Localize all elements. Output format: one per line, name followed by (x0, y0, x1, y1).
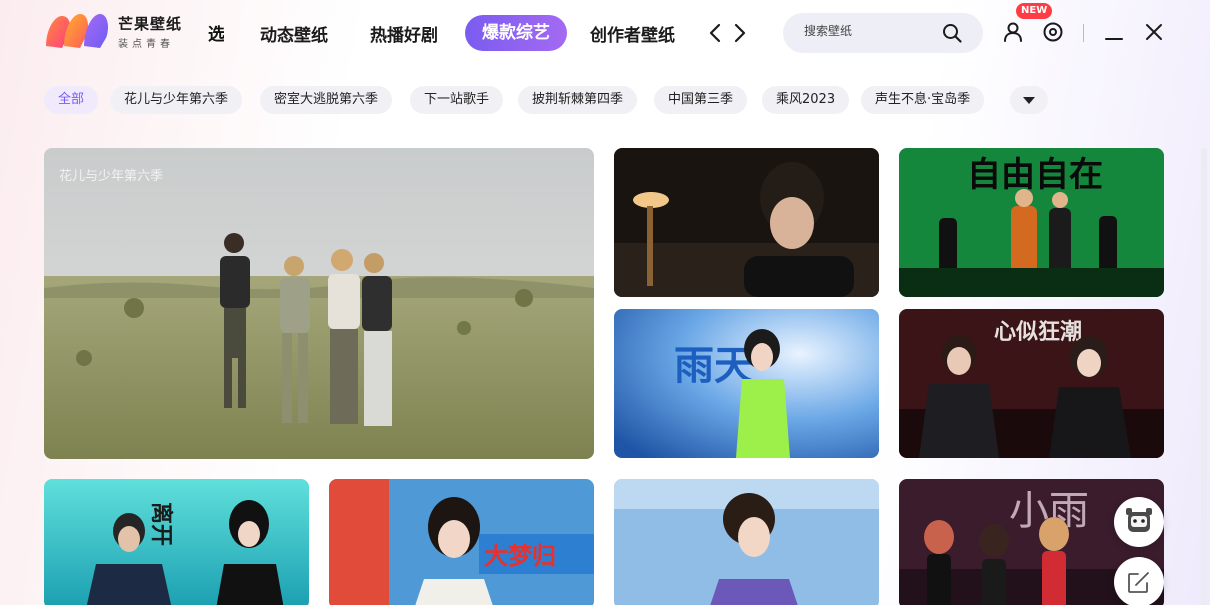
top-bar: 芒果壁纸 装点青春 选 动态壁纸 热播好剧 爆款综艺 创作者壁纸 NEW (0, 0, 1210, 68)
tag-item[interactable]: 下一站歌手 (410, 86, 504, 114)
wallpaper-image: 离开 (44, 479, 309, 605)
wallpaper-card[interactable]: 心似狂潮 (899, 309, 1164, 458)
wallpaper-card-featured[interactable]: 花儿与少年第六季 (44, 148, 594, 459)
tag-item[interactable]: 花儿与少年第六季 (110, 86, 243, 114)
wallpaper-image (614, 148, 879, 297)
new-badge: NEW (1016, 3, 1053, 19)
nav-item-partial[interactable]: 选 (208, 20, 224, 45)
divider (1083, 24, 1084, 42)
wallpaper-card[interactable]: 大梦归 (329, 479, 594, 605)
card-title: 离开 (148, 502, 174, 546)
wallpaper-image: 雨天 (614, 309, 879, 458)
app-slogan: 装点青春 (118, 39, 174, 50)
wallpaper-card[interactable]: 自由自在 (899, 148, 1164, 297)
search-box[interactable] (783, 13, 983, 53)
mango-logo-icon (46, 14, 108, 48)
tag-item[interactable]: 密室大逃脱第六季 (260, 86, 393, 114)
close-icon[interactable] (1142, 20, 1166, 44)
card-title: 大梦归 (484, 542, 556, 570)
wallpaper-image: 心似狂潮 (899, 309, 1164, 458)
wallpaper-image (614, 479, 879, 605)
edit-icon (1128, 572, 1149, 593)
tag-item[interactable]: 披荆斩棘第四季 (518, 86, 638, 114)
card-title: 心似狂潮 (994, 319, 1082, 345)
wallpaper-card[interactable]: 离开 (44, 479, 309, 605)
chevron-left-icon[interactable] (706, 22, 724, 44)
chevron-right-icon[interactable] (731, 22, 749, 44)
wallpaper-image: 自由自在 (899, 148, 1164, 297)
settings-icon[interactable] (1041, 20, 1065, 44)
nav-item-dynamic[interactable]: 动态壁纸 (260, 21, 328, 46)
wallpaper-image: 大梦归 (329, 479, 594, 605)
pet-button[interactable] (1114, 497, 1164, 547)
nav-item-creator[interactable]: 创作者壁纸 (590, 21, 675, 46)
minimize-icon[interactable] (1102, 20, 1126, 44)
tags-more-button[interactable] (1010, 86, 1048, 114)
wallpaper-card[interactable] (614, 148, 879, 297)
wallpaper-card[interactable]: 雨天 (614, 309, 879, 458)
tag-item[interactable]: 声生不息·宝岛季 (861, 86, 985, 114)
search-icon[interactable] (941, 22, 963, 44)
tag-item[interactable]: 中国第三季 (654, 86, 748, 114)
card-title: 花儿与少年第六季 (59, 169, 164, 184)
tag-all[interactable]: 全部 (44, 86, 99, 114)
card-title: 自由自在 (967, 155, 1103, 195)
nav-item-hot-drama[interactable]: 热播好剧 (370, 21, 438, 46)
user-icon[interactable] (1001, 20, 1025, 44)
scrollbar[interactable] (1201, 148, 1207, 605)
wallpaper-image (44, 148, 594, 459)
wallpaper-card[interactable] (614, 479, 879, 605)
edit-button[interactable] (1114, 557, 1164, 605)
pet-icon (1126, 508, 1152, 532)
tag-item[interactable]: 乘风2023 (762, 86, 850, 114)
search-input[interactable] (804, 24, 944, 38)
app-name: 芒果壁纸 (118, 15, 183, 33)
nav-item-variety[interactable]: 爆款综艺 (465, 15, 567, 51)
